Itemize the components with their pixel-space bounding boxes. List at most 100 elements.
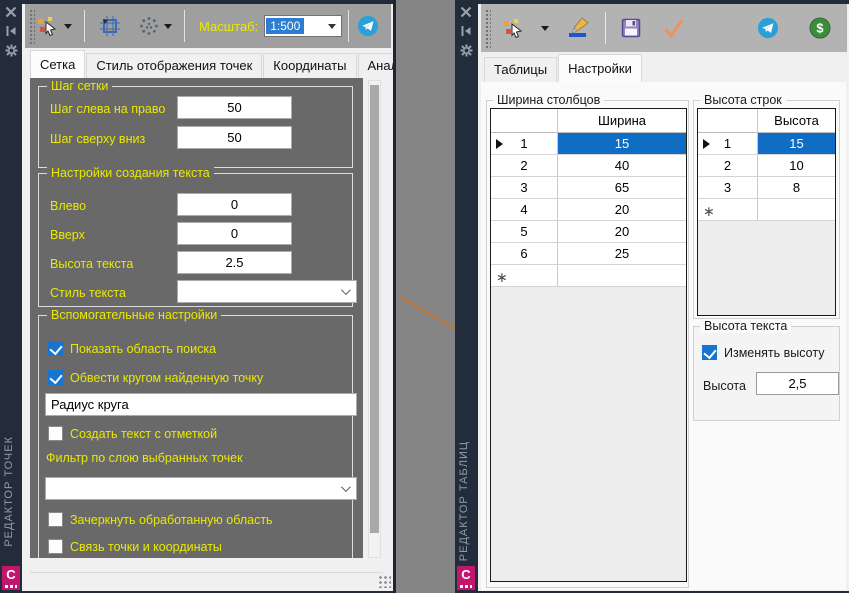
new-row-marker: ∗ <box>703 203 715 220</box>
left-offset-label: Влево <box>50 199 86 213</box>
step-tb-input[interactable] <box>177 126 292 149</box>
grid-settings-page: Шаг сетки Шаг слева на право Шаг сверху … <box>30 78 363 558</box>
vertical-scrollbar[interactable] <box>368 80 381 558</box>
tables-toolbar: $ <box>481 4 847 52</box>
layer-filter-combobox[interactable] <box>45 477 357 500</box>
svg-text:$: $ <box>816 21 823 36</box>
checkbox-icon[interactable] <box>702 345 717 360</box>
tables-editor-title: РЕДАКТОР ТАБЛИЦ <box>458 441 470 561</box>
current-row-marker <box>703 139 710 149</box>
drawing-line <box>400 297 456 329</box>
plugin-badge: C <box>457 566 475 590</box>
toolbar-grip[interactable] <box>484 8 491 48</box>
up-offset-label: Вверх <box>50 228 85 242</box>
table-row[interactable]: 2 10 <box>698 155 835 177</box>
new-table-row[interactable]: ∗ <box>491 265 686 287</box>
grid-filler <box>491 287 686 581</box>
tab-coordinates[interactable]: Координаты <box>263 53 356 78</box>
checkbox-icon[interactable] <box>48 341 63 356</box>
select-points-icon[interactable] <box>501 16 527 40</box>
column-widths-grid: Ширина 1 15 2 40 3 65 4 20 5 20 <box>490 108 687 582</box>
column-header[interactable]: Высота <box>758 109 835 132</box>
table-row[interactable]: 3 65 <box>491 177 686 199</box>
points-editor-title: РЕДАКТОР ТОЧЕК <box>3 436 15 547</box>
change-height-checkbox[interactable]: Изменять высоту <box>702 345 824 360</box>
toolbar-grip[interactable] <box>28 8 35 44</box>
text-height-input[interactable] <box>177 251 292 274</box>
new-row-marker: ∗ <box>496 269 508 286</box>
table-row[interactable]: 4 20 <box>491 199 686 221</box>
table-row[interactable]: 1 15 <box>698 133 835 155</box>
grid-corner[interactable] <box>698 109 758 132</box>
table-row[interactable]: 1 15 <box>491 133 686 155</box>
text-style-label: Стиль текста <box>50 286 126 300</box>
save-icon[interactable] <box>618 15 644 41</box>
grid-filler <box>698 221 835 315</box>
telegram-icon[interactable] <box>755 15 781 41</box>
table-row[interactable]: 5 20 <box>491 221 686 243</box>
new-table-row[interactable]: ∗ <box>698 199 835 221</box>
height-label: Высота <box>703 379 746 393</box>
tab-tables[interactable]: Таблицы <box>484 57 557 82</box>
apply-check-icon[interactable] <box>660 15 686 41</box>
settings-gear-icon[interactable] <box>460 44 473 57</box>
cad-drawing-area[interactable] <box>393 0 455 593</box>
link-point-coords-checkbox[interactable]: Связь точки и координаты <box>48 539 222 554</box>
resize-grip[interactable] <box>377 574 391 588</box>
step-tb-label: Шаг сверху вниз <box>50 132 145 146</box>
checkbox-icon[interactable] <box>48 539 63 554</box>
table-row[interactable]: 6 25 <box>491 243 686 265</box>
up-offset-input[interactable] <box>177 222 292 245</box>
close-icon[interactable] <box>460 6 472 18</box>
tab-point-style[interactable]: Стиль отображения точек <box>86 53 262 78</box>
dropdown-arrow-icon[interactable] <box>541 26 549 31</box>
layer-filter-label: Фильтр по слою выбранных точек <box>46 451 243 465</box>
tab-analysis[interactable]: Анали <box>358 53 395 78</box>
tables-tabs: Таблицы Настройки <box>484 54 643 82</box>
tab-grid[interactable]: Сетка <box>30 50 85 78</box>
text-height-label: Высота текста <box>50 257 133 271</box>
chevron-down-icon <box>341 285 351 295</box>
checkbox-icon[interactable] <box>48 370 63 385</box>
palette-bottom-strip <box>22 558 393 591</box>
telegram-icon[interactable] <box>355 13 381 39</box>
settings-gear-icon[interactable] <box>5 44 18 57</box>
create-text-with-mark-checkbox[interactable]: Создать текст с отметкой <box>48 426 217 441</box>
checkbox-icon[interactable] <box>48 426 63 441</box>
step-lr-label: Шаг слева на право <box>50 102 165 116</box>
text-style-combobox[interactable] <box>177 280 357 303</box>
checkbox-icon[interactable] <box>48 512 63 527</box>
scrollbar-thumb[interactable] <box>370 85 379 533</box>
left-offset-input[interactable] <box>177 193 292 216</box>
scale-value: 1:500 <box>266 18 304 34</box>
row-heights-grid: Высота 1 15 2 10 3 8 ∗ <box>697 108 836 316</box>
height-input[interactable] <box>756 372 839 395</box>
auto-hide-pin-icon[interactable] <box>460 25 472 37</box>
frame-icon[interactable] <box>97 13 123 39</box>
brush-icon[interactable] <box>565 15 593 41</box>
auto-hide-pin-icon[interactable] <box>5 25 17 37</box>
column-header[interactable]: Ширина <box>558 109 686 132</box>
dropdown-arrow-icon[interactable] <box>164 24 172 29</box>
tab-settings[interactable]: Настройки <box>558 54 642 82</box>
tables-editor-dock-strip: РЕДАКТОР ТАБЛИЦ C <box>455 0 478 593</box>
text-height-group: Высота текста Изменять высоту Высота <box>693 326 840 421</box>
step-lr-input[interactable] <box>177 96 292 119</box>
select-points-icon[interactable] <box>35 14 61 38</box>
show-search-area-checkbox[interactable]: Показать область поиска <box>48 341 216 356</box>
circle-radius-input[interactable] <box>45 393 357 416</box>
tables-editor-palette: $ Таблицы Настройки Ширина столбцов Шири… <box>478 0 849 593</box>
circle-found-point-checkbox[interactable]: Обвести кругом найденную точку <box>48 370 263 385</box>
app-window: РЕДАКТОР ТОЧЕК C <box>0 0 849 593</box>
table-row[interactable]: 2 40 <box>491 155 686 177</box>
scale-combobox[interactable]: 1:500 <box>264 15 342 37</box>
dropdown-arrow-icon[interactable] <box>64 24 72 29</box>
close-icon[interactable] <box>5 6 17 18</box>
point-display-icon[interactable] <box>137 14 161 38</box>
plugin-badge: C <box>2 566 20 590</box>
strike-processed-area-checkbox[interactable]: Зачеркнуть обработанную область <box>48 512 273 527</box>
chevron-down-icon <box>341 482 351 492</box>
grid-corner[interactable] <box>491 109 558 132</box>
table-row[interactable]: 3 8 <box>698 177 835 199</box>
donate-icon[interactable]: $ <box>807 15 833 41</box>
